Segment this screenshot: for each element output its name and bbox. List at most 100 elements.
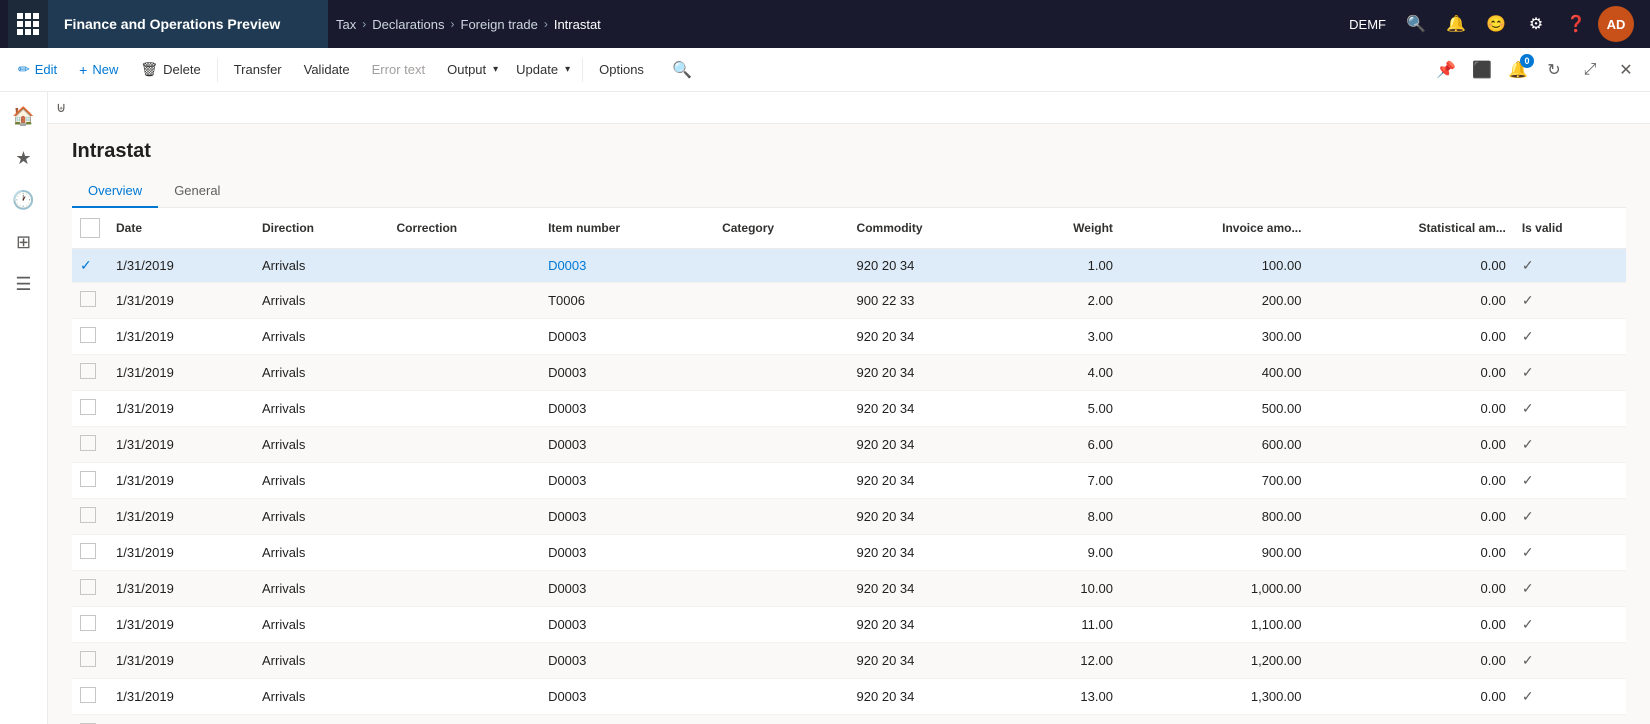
col-header-item-number[interactable]: Item number xyxy=(540,208,714,249)
breadcrumb-tax[interactable]: Tax xyxy=(336,17,356,32)
row-item-number-5[interactable]: D0003 xyxy=(540,427,714,463)
row-check-2[interactable] xyxy=(72,319,108,355)
table-row[interactable]: 1/31/2019 Arrivals D0003 920 20 34 5.00 … xyxy=(72,391,1626,427)
row-check-6[interactable] xyxy=(72,463,108,499)
col-header-is-valid[interactable]: Is valid xyxy=(1514,208,1626,249)
settings-icon[interactable]: ⚙ xyxy=(1518,6,1554,42)
table-row[interactable]: 1/31/2019 Arrivals D0003 920 20 34 9.00 … xyxy=(72,535,1626,571)
app-grid-button[interactable] xyxy=(8,0,48,48)
tabs: Overview General xyxy=(72,175,1626,208)
row-item-number-9[interactable]: D0003 xyxy=(540,571,714,607)
new-button[interactable]: + New xyxy=(69,54,128,86)
breadcrumb-foreign-trade[interactable]: Foreign trade xyxy=(461,17,538,32)
filter-icon[interactable]: ⊎ xyxy=(56,99,66,116)
output-dropdown-arrow: ▾ xyxy=(493,64,498,75)
delete-button[interactable]: 🗑 Delete xyxy=(130,54,210,86)
search-icon-btn[interactable]: 🔍 xyxy=(1398,6,1434,42)
notification-count-icon[interactable]: 🔔 0 xyxy=(1502,54,1534,86)
row-item-number-8[interactable]: D0003 xyxy=(540,535,714,571)
row-item-number-12[interactable]: D0003 xyxy=(540,679,714,715)
nav-favorites-icon[interactable]: ★ xyxy=(4,138,44,178)
col-header-check[interactable] xyxy=(72,208,108,249)
row-check-12[interactable] xyxy=(72,679,108,715)
row-is-valid-8: ✓ xyxy=(1514,535,1626,571)
table-row[interactable]: 1/31/2019 Arrivals D0003 920 20 34 8.00 … xyxy=(72,499,1626,535)
tab-overview[interactable]: Overview xyxy=(72,175,158,208)
row-invoice-amount-13: 1,400.00 xyxy=(1121,715,1310,724)
row-item-number-7[interactable]: D0003 xyxy=(540,499,714,535)
row-item-number-11[interactable]: D0003 xyxy=(540,643,714,679)
row-weight-2: 3.00 xyxy=(1011,319,1121,355)
row-check-5[interactable] xyxy=(72,427,108,463)
left-nav: 🏠 ★ 🕐 ⊞ ☰ xyxy=(0,92,48,724)
nav-workspaces-icon[interactable]: ⊞ xyxy=(4,222,44,262)
row-check-0[interactable]: ✓ xyxy=(72,249,108,283)
table-row[interactable]: 1/31/2019 Arrivals D0003 920 20 34 10.00… xyxy=(72,571,1626,607)
col-header-statistical-amount[interactable]: Statistical am... xyxy=(1309,208,1513,249)
row-check-13[interactable] xyxy=(72,715,108,724)
table-row[interactable]: 1/31/2019 Arrivals D0003 920 20 34 12.00… xyxy=(72,643,1626,679)
row-item-number-1[interactable]: T0006 xyxy=(540,283,714,319)
output-button[interactable]: Output ▾ xyxy=(437,54,504,86)
row-item-number-6[interactable]: D0003 xyxy=(540,463,714,499)
expand-panel-icon[interactable]: ⬛ xyxy=(1466,54,1498,86)
row-check-10[interactable] xyxy=(72,607,108,643)
row-check-9[interactable] xyxy=(72,571,108,607)
col-header-invoice-amount[interactable]: Invoice amo... xyxy=(1121,208,1310,249)
table-row[interactable]: 1/31/2019 Arrivals D0003 920 20 34 13.00… xyxy=(72,679,1626,715)
row-check-1[interactable] xyxy=(72,283,108,319)
row-item-number-3[interactable]: D0003 xyxy=(540,355,714,391)
row-item-number-4[interactable]: D0003 xyxy=(540,391,714,427)
notifications-icon[interactable]: 🔔 xyxy=(1438,6,1474,42)
table-row[interactable]: 1/31/2019 Arrivals T0006 900 22 33 2.00 … xyxy=(72,283,1626,319)
action-bar: ✏ Edit + New 🗑 Delete Transfer Validate … xyxy=(0,48,1650,92)
row-check-7[interactable] xyxy=(72,499,108,535)
validate-button[interactable]: Validate xyxy=(294,54,360,86)
help-icon[interactable]: ❓ xyxy=(1558,6,1594,42)
smiley-icon[interactable]: 😊 xyxy=(1478,6,1514,42)
col-header-date[interactable]: Date xyxy=(108,208,254,249)
nav-recent-icon[interactable]: 🕐 xyxy=(4,180,44,220)
nav-modules-icon[interactable]: ☰ xyxy=(4,264,44,304)
error-text-button[interactable]: Error text xyxy=(362,54,435,86)
transfer-button[interactable]: Transfer xyxy=(224,54,292,86)
row-direction-9: Arrivals xyxy=(254,571,388,607)
row-item-number-2[interactable]: D0003 xyxy=(540,319,714,355)
table-row[interactable]: 1/31/2019 Arrivals D0003 920 20 34 4.00 … xyxy=(72,355,1626,391)
col-header-category[interactable]: Category xyxy=(714,208,848,249)
col-header-correction[interactable]: Correction xyxy=(388,208,540,249)
col-header-direction[interactable]: Direction xyxy=(254,208,388,249)
nav-home-icon[interactable]: 🏠 xyxy=(4,96,44,136)
row-statistical-amount-6: 0.00 xyxy=(1309,463,1513,499)
update-button[interactable]: Update ▾ xyxy=(506,54,576,86)
table-row[interactable]: 1/31/2019 Arrivals D0003 920 20 34 6.00 … xyxy=(72,427,1626,463)
table-row[interactable]: ✓ 1/31/2019 Arrivals D0003 920 20 34 1.0… xyxy=(72,249,1626,283)
table-row[interactable]: 1/31/2019 Arrivals D0003 920 20 34 14.00… xyxy=(72,715,1626,724)
refresh-icon[interactable]: ↻ xyxy=(1538,54,1570,86)
options-button[interactable]: Options xyxy=(589,54,654,86)
row-correction-6 xyxy=(388,463,540,499)
table-row[interactable]: 1/31/2019 Arrivals D0003 920 20 34 7.00 … xyxy=(72,463,1626,499)
row-item-number-10[interactable]: D0003 xyxy=(540,607,714,643)
edit-button[interactable]: ✏ Edit xyxy=(8,54,67,86)
table-row[interactable]: 1/31/2019 Arrivals D0003 920 20 34 3.00 … xyxy=(72,319,1626,355)
row-check-8[interactable] xyxy=(72,535,108,571)
table-row[interactable]: 1/31/2019 Arrivals D0003 920 20 34 11.00… xyxy=(72,607,1626,643)
col-header-weight[interactable]: Weight xyxy=(1011,208,1121,249)
row-is-valid-13: ✓ xyxy=(1514,715,1626,724)
breadcrumb-declarations[interactable]: Declarations xyxy=(372,17,444,32)
row-check-11[interactable] xyxy=(72,643,108,679)
grid-icon xyxy=(17,13,39,35)
col-header-commodity[interactable]: Commodity xyxy=(849,208,1011,249)
row-item-number-13[interactable]: D0003 xyxy=(540,715,714,724)
tab-general[interactable]: General xyxy=(158,175,236,208)
popout-icon[interactable]: ⤢ xyxy=(1574,54,1606,86)
close-icon[interactable]: ✕ xyxy=(1610,54,1642,86)
user-avatar[interactable]: AD xyxy=(1598,6,1634,42)
row-check-4[interactable] xyxy=(72,391,108,427)
pin-icon[interactable]: 📌 xyxy=(1430,54,1462,86)
row-commodity-7: 920 20 34 xyxy=(849,499,1011,535)
table-search-button[interactable]: 🔍 xyxy=(664,56,700,84)
row-check-3[interactable] xyxy=(72,355,108,391)
row-item-number-0[interactable]: D0003 xyxy=(540,249,714,283)
